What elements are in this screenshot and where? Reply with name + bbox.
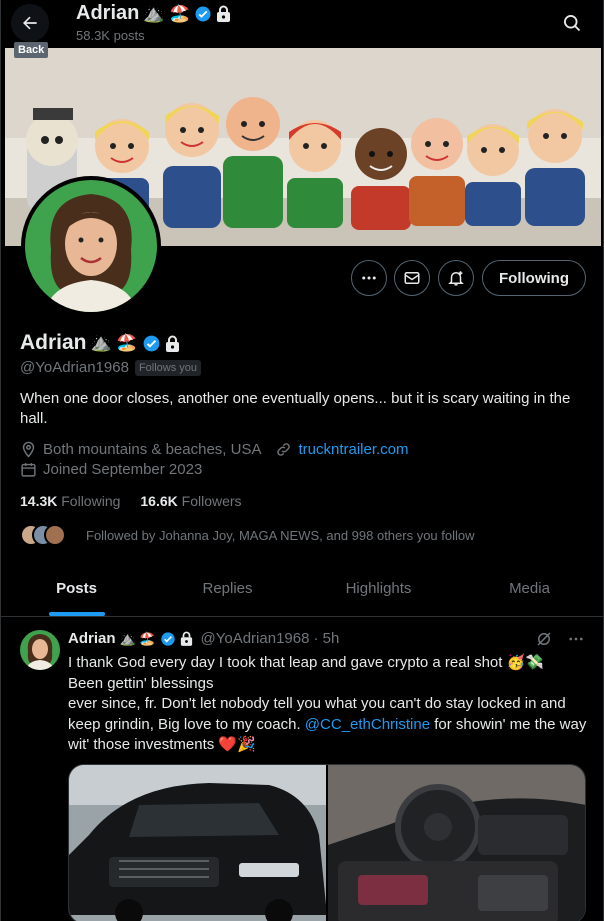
grok-icon[interactable] <box>535 630 553 648</box>
header-posts-count: 58.3K posts <box>76 28 145 43</box>
profile-avatar[interactable] <box>21 176 161 316</box>
tab-replies[interactable]: Replies <box>152 560 303 616</box>
profile-handle: @YoAdrian1968 <box>20 359 129 376</box>
search-icon <box>564 15 581 32</box>
calendar-icon <box>21 463 36 477</box>
post-mention-link[interactable]: @CC_ethChristine <box>305 716 430 733</box>
profile-handle-row: @YoAdrian1968 Follows you <box>20 359 202 376</box>
top-bar: Adrian ⛰️ 🏖️ 58.3K posts <box>1 0 603 48</box>
more-icon <box>362 276 376 280</box>
avatar <box>44 524 66 546</box>
verified-icon <box>160 631 175 646</box>
arrow-left-icon <box>23 16 37 30</box>
location-pin-icon <box>22 441 35 458</box>
profile-joined: Joined September 2023 <box>43 461 203 478</box>
post-media-grid <box>68 764 586 921</box>
link-icon <box>277 443 291 456</box>
follows-you-badge: Follows you <box>134 359 202 376</box>
header-title: Adrian ⛰️ 🏖️ <box>76 2 231 25</box>
post-author-name[interactable]: Adrian <box>68 630 116 647</box>
back-tooltip: Back <box>14 42 49 58</box>
profile-location: Both mountains & beaches, USA <box>43 441 262 458</box>
profile-bio: When one door closes, another one eventu… <box>20 390 571 427</box>
post-author-avatar[interactable] <box>20 630 60 670</box>
message-icon <box>404 272 420 284</box>
profile-website-link[interactable]: truckntrailer.com <box>298 441 408 458</box>
back-button[interactable] <box>11 4 49 42</box>
verified-icon <box>195 6 211 21</box>
profile-meta-row: Both mountains & beaches, USA truckntrai… <box>20 441 409 458</box>
post-text-paragraph: ever since, fr. Don't let nobody tell yo… <box>68 694 594 756</box>
more-options-button[interactable] <box>351 260 387 296</box>
post-media-image[interactable] <box>328 765 585 921</box>
tab-highlights[interactable]: Highlights <box>303 560 454 616</box>
followers-stat[interactable]: 16.6K Followers <box>140 493 241 509</box>
followed-by-text: Followed by Johanna Joy, MAGA NEWS, and … <box>86 527 475 543</box>
followers-count: 16.6K <box>140 493 178 509</box>
header-name-emojis: ⛰️ 🏖️ <box>143 3 191 23</box>
following-button[interactable]: Following <box>482 260 586 296</box>
header-name: Adrian <box>76 2 140 24</box>
search-button[interactable] <box>555 6 589 40</box>
message-button[interactable] <box>394 260 430 296</box>
post-text-line: Been gettin' blessings <box>68 674 214 692</box>
profile-stats: 14.3K Following 16.6K Followers <box>20 493 242 509</box>
profile-name-row: Adrian ⛰️ 🏖️ <box>20 331 180 355</box>
post-author-emojis: ⛰️ 🏖️ <box>119 630 156 646</box>
followers-label: Followers <box>181 493 242 509</box>
profile-name-emojis: ⛰️ 🏖️ <box>90 333 138 352</box>
tab-media[interactable]: Media <box>454 560 603 616</box>
lock-icon <box>165 335 179 352</box>
post-text: I thank God every day I took that leap a… <box>68 653 594 756</box>
post-tools <box>535 630 585 648</box>
post-author-handle[interactable]: @YoAdrian1968 <box>201 630 310 647</box>
following-label: Following <box>61 493 121 509</box>
verified-icon <box>143 335 159 351</box>
tab-posts[interactable]: Posts <box>1 560 152 616</box>
profile-joined-row: Joined September 2023 <box>20 461 202 478</box>
notifications-button[interactable] <box>438 260 474 296</box>
notification-bell-icon <box>448 271 464 286</box>
post-header: Adrian ⛰️ 🏖️ @YoAdrian1968 · 5h <box>68 630 339 647</box>
post-text-line: I thank God every day I took that leap a… <box>68 654 544 671</box>
more-icon[interactable] <box>567 630 585 648</box>
following-stat[interactable]: 14.3K Following <box>20 493 120 509</box>
following-count: 14.3K <box>20 493 58 509</box>
lock-icon <box>180 631 192 646</box>
profile-name: Adrian <box>20 331 87 354</box>
profile-tabs: Posts Replies Highlights Media <box>1 560 603 617</box>
post-time[interactable]: · 5h <box>313 630 339 647</box>
lock-icon <box>217 5 231 22</box>
followed-by-row[interactable]: Followed by Johanna Joy, MAGA NEWS, and … <box>20 522 475 548</box>
profile-page: Adrian ⛰️ 🏖️ 58.3K posts Back Following <box>0 0 604 921</box>
post-media-image[interactable] <box>69 765 326 921</box>
followed-by-avatars <box>20 522 72 548</box>
